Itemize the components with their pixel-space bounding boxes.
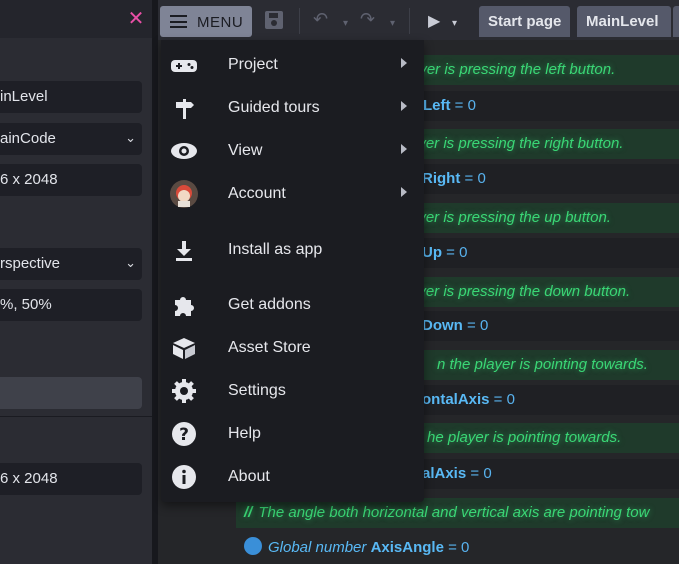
variable-value: = 0 — [489, 391, 515, 408]
redo-history-icon[interactable]: ▾ — [390, 14, 395, 34]
variable-value: = 0 — [466, 465, 492, 482]
field-value: inLevel — [0, 88, 48, 105]
menu-item-project[interactable]: Project — [161, 44, 424, 86]
comment-text: ayer is pressing the down button. — [410, 283, 631, 300]
field-value: 6 x 2048 — [0, 470, 58, 487]
resolution-field-2[interactable]: 6 x 2048 — [0, 463, 142, 495]
undo-history-icon[interactable]: ▾ — [343, 14, 348, 34]
variable-value: = 0 — [460, 170, 486, 187]
variable-value: = 0 — [442, 244, 468, 261]
toolbar-separator — [409, 8, 410, 34]
camera-position-field[interactable]: %, 50% — [0, 289, 142, 321]
menu-item-label: View — [228, 142, 263, 159]
menu-item-about[interactable]: About — [161, 456, 424, 498]
menu-item-label: Get addons — [228, 296, 311, 313]
menu-item-label: Settings — [228, 382, 286, 399]
variable-prefix: Global number — [268, 539, 367, 556]
menu-button[interactable]: MENU — [160, 6, 252, 37]
field-value: %, 50% — [0, 296, 52, 313]
variable-name: Right — [422, 170, 461, 187]
svg-text:?: ? — [179, 425, 189, 445]
field-value: 6 x 2048 — [0, 171, 58, 188]
tab-next[interactable] — [673, 6, 679, 37]
scene-events-select[interactable]: ainCode ⌄ — [0, 123, 142, 155]
download-icon — [169, 235, 199, 265]
menu-item-label: About — [228, 468, 270, 485]
box-icon — [169, 333, 199, 363]
comment-text: n the player is pointing towards. — [437, 356, 648, 373]
menu-item-get-addons[interactable]: Get addons — [161, 284, 424, 326]
variable-name: Up — [422, 244, 442, 261]
gear-icon — [169, 376, 199, 406]
variable-value: = 0 — [450, 97, 476, 114]
info-icon — [169, 462, 199, 492]
close-icon[interactable]: ✕ — [126, 8, 146, 28]
menu-item-label: Project — [228, 56, 278, 73]
puzzle-icon — [169, 290, 199, 320]
menu-item-label: Help — [228, 425, 261, 442]
camera-mode-select[interactable]: rspective ⌄ — [0, 248, 142, 280]
resolution-field[interactable]: 6 x 2048 — [0, 164, 142, 196]
menu-item-guided-tours[interactable]: Guided tours — [161, 87, 424, 129]
signpost-icon — [169, 93, 199, 123]
submenu-arrow-icon — [401, 187, 407, 197]
variable-value: 0 — [461, 539, 470, 556]
variable-eq: = — [448, 539, 457, 556]
comment-text: ayer is pressing the right button. — [410, 135, 624, 152]
comment-slashes: // — [244, 504, 253, 521]
comment-text: he player is pointing towards. — [427, 429, 622, 446]
variable-name: Down — [422, 317, 463, 334]
avatar-icon — [169, 179, 199, 209]
menu-item-label: Install as app — [228, 241, 323, 258]
comment-row[interactable]: // The angle both horizontal and vertical… — [236, 498, 679, 528]
save-icon[interactable] — [263, 9, 285, 36]
variable-name: ontalAxis — [422, 391, 490, 408]
redo-icon[interactable]: ↷ — [360, 10, 375, 30]
chevron-down-icon: ⌄ — [125, 131, 136, 146]
comment-text: ayer is pressing the up button. — [410, 209, 611, 226]
menu-item-label: Guided tours — [228, 99, 320, 116]
chevron-down-icon: ⌄ — [125, 256, 136, 271]
help-icon: ? — [169, 419, 199, 449]
submenu-arrow-icon — [401, 144, 407, 154]
tab-mainlevel[interactable]: MainLevel — [577, 6, 671, 37]
globe-icon — [244, 537, 262, 556]
variable-name: Left — [423, 97, 451, 114]
field-value: rspective — [0, 255, 61, 272]
comment-text: ayer is pressing the left button. — [411, 61, 616, 78]
variable-value: = 0 — [462, 317, 489, 334]
eye-icon — [169, 136, 199, 166]
variable-name: AxisAngle — [370, 539, 444, 556]
menu-item-label: Account — [228, 185, 286, 202]
undo-icon[interactable]: ↶ — [313, 10, 328, 30]
toolbar-separator — [299, 8, 300, 34]
submenu-arrow-icon — [401, 58, 407, 68]
menu-button-label: MENU — [197, 14, 244, 31]
menu-item-asset-store[interactable]: Asset Store — [161, 327, 424, 369]
submenu-arrow-icon — [401, 101, 407, 111]
field-value: ainCode — [0, 130, 56, 147]
play-options-icon[interactable]: ▾ — [452, 14, 457, 34]
comment-text: The angle both horizontal and vertical a… — [258, 504, 650, 521]
menu-item-settings[interactable]: Settings — [161, 370, 424, 412]
tab-start-page[interactable]: Start page — [479, 6, 571, 37]
menu-item-account[interactable]: Account — [161, 173, 424, 215]
panel-divider — [0, 416, 152, 417]
menu-item-label: Asset Store — [228, 339, 311, 356]
hamburger-icon — [170, 15, 187, 28]
play-icon[interactable]: ▶ — [428, 11, 440, 31]
gamepad-icon — [169, 50, 199, 80]
variable-row[interactable]: Global number AxisAngle = 0 — [236, 533, 679, 563]
empty-field[interactable] — [0, 377, 142, 409]
variable-name: alAxis — [422, 465, 467, 482]
scene-name-field[interactable]: inLevel — [0, 81, 142, 113]
menu-item-view[interactable]: View — [161, 130, 424, 172]
menu-item-help[interactable]: ? Help — [161, 413, 424, 455]
menu-item-install-as-app[interactable]: Install as app — [161, 229, 424, 271]
